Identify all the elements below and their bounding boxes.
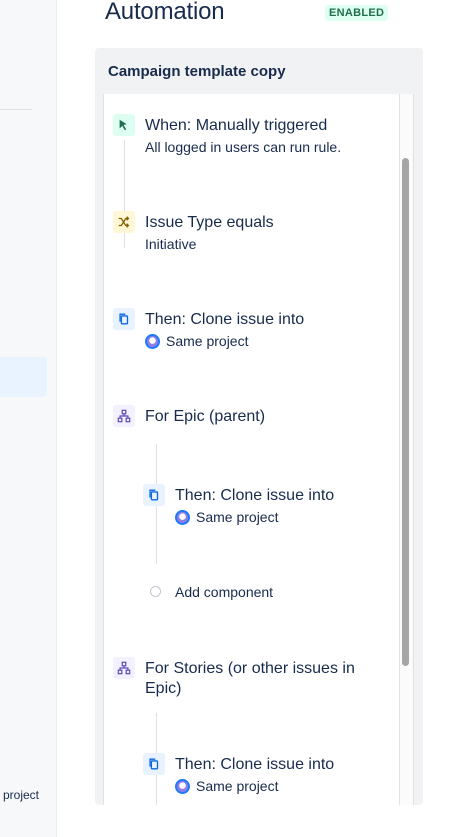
step-title: When: Manually triggered (145, 117, 328, 134)
sidebar-footer-text[interactable]: project (3, 788, 39, 802)
action-step[interactable]: Then: Clone issue into Same project (113, 308, 393, 354)
step-subtitle: Same project (175, 509, 278, 525)
step-subtitle: Same project (175, 778, 278, 794)
sidebar-selected-item[interactable] (0, 357, 47, 397)
step-title: Then: Clone issue into (175, 487, 335, 504)
step-title: Issue Type equals (145, 214, 274, 231)
status-badge: ENABLED (325, 5, 389, 21)
copy-icon (143, 753, 165, 775)
rule-name: Campaign template copy (108, 63, 286, 80)
hierarchy-icon (113, 405, 135, 427)
rule-steps-panel: When: Manually triggered All logged in u… (103, 94, 414, 805)
step-title: Then: Clone issue into (145, 311, 305, 328)
condition-step[interactable]: Issue Type equals Initiative (113, 211, 393, 257)
project-name: Same project (166, 333, 249, 349)
step-subtitle: Initiative (145, 236, 197, 252)
project-name: Same project (196, 509, 279, 525)
sidebar-divider (0, 109, 32, 110)
automation-screen: project Automation ENABLED Campaign temp… (0, 0, 455, 837)
branch-step[interactable]: For Epic (parent) (113, 405, 393, 435)
trigger-step[interactable]: When: Manually triggered All logged in u… (113, 114, 393, 160)
action-step[interactable]: Then: Clone issue into Same project (143, 753, 393, 799)
scrollbar-thumb[interactable] (402, 158, 409, 666)
add-component-dot-icon[interactable] (150, 586, 161, 597)
left-sidebar: project (0, 0, 57, 837)
step-title: Then: Clone issue into (175, 756, 335, 773)
add-component-link[interactable]: Add component (175, 584, 273, 600)
hierarchy-icon (113, 657, 135, 679)
shuffle-icon (113, 211, 135, 233)
rule-card: Campaign template copy When: Manually tr… (95, 48, 423, 805)
step-subtitle: All logged in users can run rule. (145, 139, 342, 155)
page-title: Automation (105, 0, 225, 25)
cursor-click-icon (113, 114, 135, 136)
scrollbar-track[interactable] (399, 94, 413, 805)
copy-icon (143, 484, 165, 506)
step-subtitle: Same project (145, 333, 248, 349)
step-title: For Stories (or other issues in Epic) (145, 660, 355, 697)
project-avatar (175, 778, 190, 794)
step-title: For Epic (parent) (145, 408, 266, 425)
project-avatar (145, 333, 160, 349)
copy-icon (113, 308, 135, 330)
project-avatar (175, 509, 190, 525)
action-step[interactable]: Then: Clone issue into Same project (143, 484, 393, 530)
branch-step[interactable]: For Stories (or other issues in Epic) (113, 657, 393, 703)
project-name: Same project (196, 778, 279, 794)
